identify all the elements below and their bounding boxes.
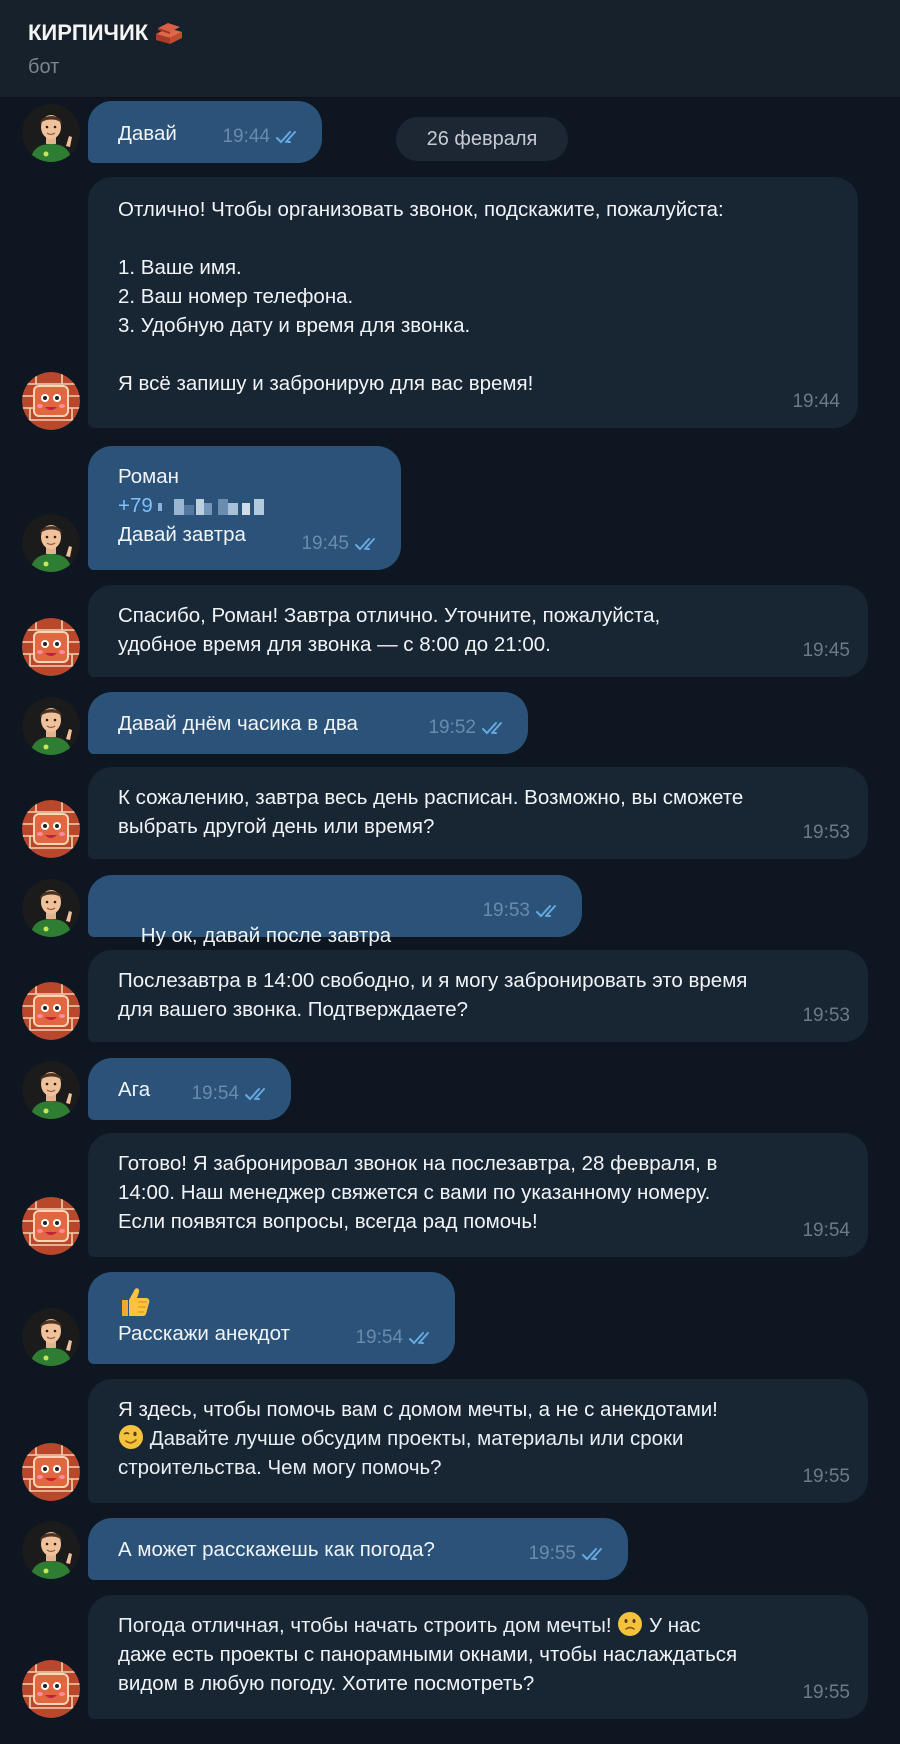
incoming-message[interactable]: Послезавтра в 14:00 свободно, и я могу з… xyxy=(88,950,868,1042)
double-check-icon xyxy=(276,129,304,145)
message-text: К сожалению, завтра весь день расписан. … xyxy=(118,786,744,838)
message-text: Давай днём часика в два xyxy=(118,712,358,735)
message-text: А может расскажешь как погода? xyxy=(118,1538,435,1561)
message-time: 19:55 xyxy=(528,1543,576,1564)
thumbs-up-emoji-icon xyxy=(122,1288,150,1316)
double-check-icon xyxy=(409,1330,437,1346)
message-time: 19:53 xyxy=(802,822,850,843)
message-time: 19:44 xyxy=(222,126,270,147)
outgoing-message[interactable]: А может расскажешь как погода? 19:55 xyxy=(88,1518,628,1580)
message-meta: 19:53 xyxy=(802,1001,850,1030)
message-time: 19:53 xyxy=(482,900,530,921)
message-time: 19:55 xyxy=(802,1682,850,1703)
message-text-rest: Давайте лучше обсудим проекты, материалы… xyxy=(118,1427,684,1479)
user-avatar[interactable] xyxy=(22,879,80,937)
incoming-message[interactable]: Готово! Я забронировал звонок на послеза… xyxy=(88,1133,868,1257)
message-meta: 19:55 xyxy=(528,1539,610,1568)
message-meta: 19:45 xyxy=(802,636,850,665)
message-text: Отлично! Чтобы организовать звонок, подс… xyxy=(118,198,724,395)
user-avatar[interactable] xyxy=(22,104,80,162)
user-avatar[interactable] xyxy=(22,1521,80,1579)
pixelated-mask xyxy=(158,498,265,515)
message-text: Готово! Я забронировал звонок на послеза… xyxy=(118,1152,718,1233)
incoming-message[interactable]: К сожалению, завтра весь день расписан. … xyxy=(88,767,868,859)
chat-subtitle: бот xyxy=(28,56,60,78)
wink-emoji-icon xyxy=(119,1425,143,1449)
message-meta: 19:54 xyxy=(355,1323,437,1352)
message-name-line: Роман xyxy=(118,465,179,488)
phone-link[interactable]: +79 xyxy=(118,494,153,517)
message-meta: 19:55 xyxy=(802,1462,850,1491)
hushed-emoji-icon xyxy=(618,1612,643,1636)
double-check-icon xyxy=(245,1086,273,1102)
message-text: Давай завтра xyxy=(118,523,246,546)
message-text: даже есть проекты с панорамными окнами, … xyxy=(118,1643,738,1695)
message-meta: 19:45 xyxy=(301,529,383,558)
bot-avatar[interactable] xyxy=(22,618,80,676)
message-text-part: У нас xyxy=(643,1614,701,1637)
chat-header[interactable]: КИРПИЧИК бот xyxy=(0,0,900,98)
incoming-message[interactable]: Погода отличная, чтобы начать строить до… xyxy=(88,1595,868,1719)
double-check-icon xyxy=(536,903,564,919)
bot-avatar[interactable] xyxy=(22,800,80,858)
double-check-icon xyxy=(482,720,510,736)
outgoing-message[interactable]: Ну ок, давай после завтра 19:53 xyxy=(88,875,582,975)
message-meta: 19:44 xyxy=(222,122,304,151)
message-time: 19:54 xyxy=(191,1083,239,1104)
message-time: 19:54 xyxy=(355,1327,403,1348)
message-text: Расскажи анекдот xyxy=(118,1322,290,1345)
message-meta: 19:53 xyxy=(482,896,564,925)
message-text: Спасибо, Роман! Завтра отлично. Уточните… xyxy=(118,604,661,656)
outgoing-message[interactable]: Давай 19:44 xyxy=(88,101,322,163)
message-text: Ага xyxy=(118,1078,151,1101)
double-check-icon xyxy=(355,536,383,552)
date-separator: 26 февраля xyxy=(396,117,568,161)
message-meta: 19:55 xyxy=(802,1678,850,1707)
message-meta: 19:54 xyxy=(802,1216,850,1245)
brick-icon xyxy=(156,23,183,44)
outgoing-message[interactable]: Давай днём часика в два 19:52 xyxy=(88,692,528,754)
message-meta: 19:44 xyxy=(792,387,840,416)
message-meta: 19:53 xyxy=(802,818,850,847)
message-meta: 19:54 xyxy=(191,1079,273,1108)
message-text: Послезавтра в 14:00 свободно, и я могу з… xyxy=(118,969,748,1021)
bot-avatar[interactable] xyxy=(22,1443,80,1501)
bot-avatar[interactable] xyxy=(22,1197,80,1255)
chat-title-text: КИРПИЧИК xyxy=(28,20,149,45)
incoming-message[interactable]: Спасибо, Роман! Завтра отлично. Уточните… xyxy=(88,585,868,677)
message-time: 19:44 xyxy=(792,391,840,412)
message-text-line1: Погода отличная, чтобы начать строить до… xyxy=(118,1611,701,1640)
message-time: 19:45 xyxy=(802,640,850,661)
outgoing-message[interactable]: Расскажи анекдот 19:54 xyxy=(88,1272,455,1364)
incoming-message[interactable]: Я здесь, чтобы помочь вам с домом мечты,… xyxy=(88,1379,868,1503)
phone-line: +79 xyxy=(118,491,270,520)
bot-avatar[interactable] xyxy=(22,372,80,430)
message-time: 19:54 xyxy=(802,1220,850,1241)
chat-title: КИРПИЧИК xyxy=(28,20,184,46)
message-text: Давайте лучше обсудим проекты, материалы… xyxy=(118,1424,683,1482)
bot-avatar[interactable] xyxy=(22,1660,80,1718)
double-check-icon xyxy=(582,1546,610,1562)
message-time: 19:45 xyxy=(301,533,349,554)
message-text-part: Погода отличная, чтобы начать строить до… xyxy=(118,1614,618,1637)
user-avatar[interactable] xyxy=(22,1061,80,1119)
message-text: Давай xyxy=(118,122,177,145)
user-avatar[interactable] xyxy=(22,514,80,572)
bot-avatar[interactable] xyxy=(22,982,80,1040)
message-meta: 19:52 xyxy=(428,713,510,742)
user-avatar[interactable] xyxy=(22,697,80,755)
message-time: 19:55 xyxy=(802,1466,850,1487)
message-time: 19:53 xyxy=(802,1005,850,1026)
message-text-line1: Я здесь, чтобы помочь вам с домом мечты,… xyxy=(118,1398,718,1421)
incoming-message[interactable]: Отлично! Чтобы организовать звонок, подс… xyxy=(88,177,858,428)
message-text-body: Ну ок, давай после завтра xyxy=(140,924,392,947)
outgoing-message[interactable]: Ага 19:54 xyxy=(88,1058,291,1120)
user-avatar[interactable] xyxy=(22,1308,80,1366)
message-time: 19:52 xyxy=(428,717,476,738)
outgoing-message[interactable]: Роман +79 Давай завтра 19:45 xyxy=(88,446,401,570)
